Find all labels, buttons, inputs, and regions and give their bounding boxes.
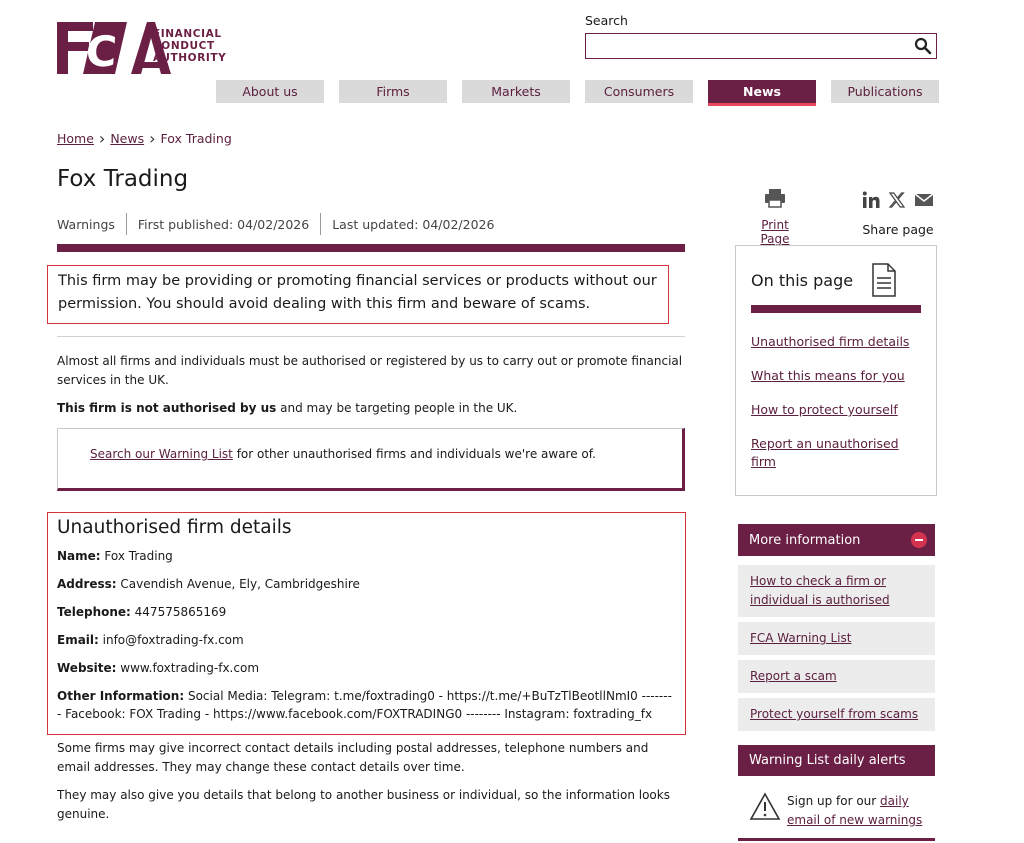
not-authorised-bold: This firm is not authorised by us (57, 401, 277, 415)
warning-triangle-icon (749, 792, 781, 820)
meta-first-published: First published: 04/02/2026 (137, 216, 310, 232)
search-input[interactable] (586, 34, 914, 58)
detail-website-value: www.foxtrading-fx.com (116, 661, 260, 675)
detail-website-label: Website: (57, 661, 117, 675)
more-information-title: More information (749, 532, 861, 548)
more-info-item: How to check a firm or individual is aut… (738, 565, 935, 617)
logo-line-3: AUTHORITY (153, 52, 227, 64)
detail-telephone-label: Telephone: (57, 605, 131, 619)
more-link-report-scam[interactable]: Report a scam (750, 669, 837, 683)
warning-list-link[interactable]: Search our Warning List (90, 447, 233, 461)
more-information-toggle[interactable]: More information (738, 524, 935, 556)
logo-line-2: CONDUCT (153, 40, 215, 52)
detail-telephone-value: 447575865169 (130, 605, 227, 619)
more-info-item: Protect yourself from scams (738, 698, 935, 731)
title-divider-bar (57, 244, 685, 252)
divider-line (57, 336, 685, 337)
svg-text:C: C (84, 27, 118, 74)
nav-markets[interactable]: Markets (462, 80, 570, 103)
detail-address-label: Address: (57, 577, 117, 591)
otp-link-report-firm[interactable]: Report an unauthorised firm (751, 435, 921, 471)
contact-details-paragraph: Some firms may give incorrect contact de… (57, 741, 649, 774)
logo-wordmark: FINANCIAL CONDUCT AUTHORITY (153, 28, 226, 64)
minus-circle-icon[interactable] (911, 532, 927, 548)
detail-name: Name: Fox Trading (57, 547, 676, 565)
meta-divider (320, 213, 322, 235)
detail-email-value: info@foxtrading-fx.com (98, 633, 244, 647)
print-page[interactable]: Print Page (745, 188, 805, 246)
on-this-page-bar (751, 305, 921, 313)
logo-line-1: FINANCIAL (153, 28, 222, 40)
detail-name-label: Name: (57, 549, 101, 563)
otp-link-firm-details[interactable]: Unauthorised firm details (751, 333, 921, 351)
search-label: Search (585, 13, 628, 28)
search-icon[interactable] (914, 37, 932, 55)
linkedin-icon[interactable] (862, 191, 880, 209)
details-belong-paragraph: They may also give you details that belo… (57, 788, 670, 821)
not-authorised-paragraph: This firm is not authorised by us and ma… (57, 399, 685, 418)
nav-consumers[interactable]: Consumers (585, 80, 693, 103)
breadcrumb-current: Fox Trading (160, 131, 232, 146)
detail-telephone: Telephone: 447575865169 (57, 603, 676, 621)
not-authorised-rest: and may be targeting people in the UK. (276, 401, 518, 415)
document-icon (872, 263, 896, 297)
share-page-label: Share page (862, 222, 934, 237)
more-link-check-firm[interactable]: How to check a firm or individual is aut… (750, 574, 890, 607)
chevron-right-icon: › (149, 128, 156, 148)
meta-divider (125, 213, 127, 235)
meta-category: Warnings (57, 216, 115, 232)
on-this-page-title: On this page (751, 270, 854, 290)
warning-list-alerts-header: Warning List daily alerts (738, 745, 935, 776)
firm-details: Unauthorised firm details Name: Fox Trad… (47, 512, 686, 735)
main-nav: About us Firms Markets Consumers News Pu… (216, 80, 939, 106)
more-info-item: FCA Warning List (738, 622, 935, 655)
detail-name-value: Fox Trading (100, 549, 173, 563)
chevron-right-icon: › (98, 128, 106, 148)
breadcrumb: Home › News › Fox Trading (57, 128, 232, 148)
nav-about-us[interactable]: About us (216, 80, 324, 103)
printer-icon (765, 189, 785, 208)
page-title: Fox Trading (57, 166, 189, 192)
warning-message: This firm may be providing or promoting … (47, 265, 669, 324)
signup-text: Sign up for our daily email of new warni… (787, 792, 935, 838)
otp-link-what-this-means[interactable]: What this means for you (751, 367, 921, 385)
more-link-warning-list[interactable]: FCA Warning List (750, 631, 851, 645)
detail-website: Website: www.foxtrading-fx.com (57, 659, 676, 677)
nav-firms[interactable]: Firms (339, 80, 447, 103)
intro-paragraph: Almost all firms and individuals must be… (57, 354, 683, 387)
alerts-signup: Sign up for our daily email of new warni… (738, 786, 935, 841)
otp-link-protect-yourself[interactable]: How to protect yourself (751, 401, 921, 419)
on-this-page: On this page Unauthorised firm details W… (735, 245, 937, 496)
breadcrumb-home[interactable]: Home (57, 131, 94, 146)
breadcrumb-news[interactable]: News (110, 131, 144, 146)
email-icon[interactable] (914, 192, 934, 208)
x-icon[interactable] (888, 191, 906, 209)
meta-last-updated: Last updated: 04/02/2026 (332, 216, 495, 232)
more-info-item: Report a scam (738, 660, 935, 693)
warning-list-text: for other unauthorised firms and individ… (232, 447, 596, 461)
page-meta: Warnings First published: 04/02/2026 Las… (57, 213, 494, 235)
nav-publications[interactable]: Publications (831, 80, 939, 103)
detail-other-label: Other Information: (57, 689, 185, 703)
warning-list-callout: Search our Warning List for other unauth… (57, 428, 685, 491)
share-page: Share page (858, 190, 938, 237)
detail-email-label: Email: (57, 633, 99, 647)
detail-other-info: Other Information: Social Media: Telegra… (57, 687, 676, 723)
detail-address: Address: Cavendish Avenue, Ely, Cambridg… (57, 575, 676, 593)
print-page-link[interactable]: Print Page (760, 218, 789, 246)
signup-prefix: Sign up for our (787, 794, 881, 808)
firm-details-heading: Unauthorised firm details (57, 517, 292, 538)
more-link-protect-scams[interactable]: Protect yourself from scams (750, 707, 918, 721)
nav-news[interactable]: News (708, 80, 816, 106)
detail-address-value: Cavendish Avenue, Ely, Cambridgeshire (116, 577, 360, 591)
detail-email: Email: info@foxtrading-fx.com (57, 631, 676, 649)
search-box (585, 33, 937, 59)
